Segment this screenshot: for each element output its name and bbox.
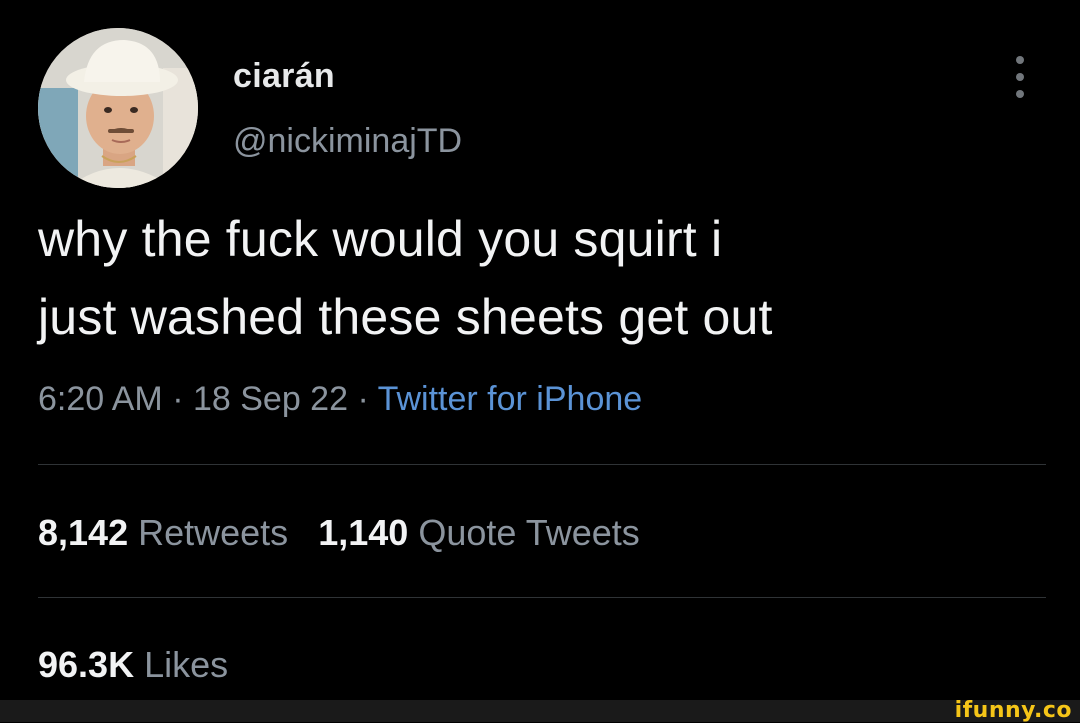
more-dot (1016, 56, 1024, 64)
quote-tweets-stat[interactable]: 1,140 Quote Tweets (318, 512, 640, 553)
retweets-stat[interactable]: 8,142 Retweets (38, 512, 288, 553)
quotes-label: Quote Tweets (418, 512, 640, 553)
tweet-date[interactable]: 18 Sep 22 (193, 380, 348, 418)
divider (38, 464, 1046, 465)
separator-dot: · (348, 380, 378, 418)
retweets-count: 8,142 (38, 512, 129, 553)
separator-dot: · (162, 380, 193, 418)
engagement-stats: 8,142 Retweets 1,140 Quote Tweets (38, 512, 640, 554)
likes-count: 96.3K (38, 644, 135, 685)
tweet-text-line: just washed these sheets get out (38, 289, 773, 345)
tweet-text: why the fuck would you squirt i just was… (38, 200, 1038, 356)
display-name[interactable]: ciarán (233, 57, 335, 96)
watermark-bar (0, 700, 1080, 722)
avatar[interactable] (38, 28, 198, 188)
ifunny-watermark: ifunny.co (954, 698, 1072, 723)
likes-label: Likes (144, 644, 229, 685)
tweet-text-line: why the fuck would you squirt i (38, 211, 723, 267)
tweet-source-link[interactable]: Twitter for iPhone (378, 380, 643, 418)
retweets-label: Retweets (138, 512, 289, 553)
more-vertical-icon[interactable] (1006, 56, 1034, 98)
tweet-metadata: 6:20 AM · 18 Sep 22 · Twitter for iPhone (38, 380, 642, 419)
likes-stat[interactable]: 96.3K Likes (38, 644, 228, 686)
divider (38, 597, 1046, 598)
more-dot (1016, 73, 1024, 81)
tweet-time[interactable]: 6:20 AM (38, 380, 163, 418)
avatar-photo (38, 28, 198, 188)
tweet-card: ciarán @nickiminajTD why the fuck would … (0, 0, 1080, 700)
more-dot (1016, 90, 1024, 98)
quotes-count: 1,140 (318, 512, 409, 553)
username-handle[interactable]: @nickiminajTD (233, 122, 462, 161)
